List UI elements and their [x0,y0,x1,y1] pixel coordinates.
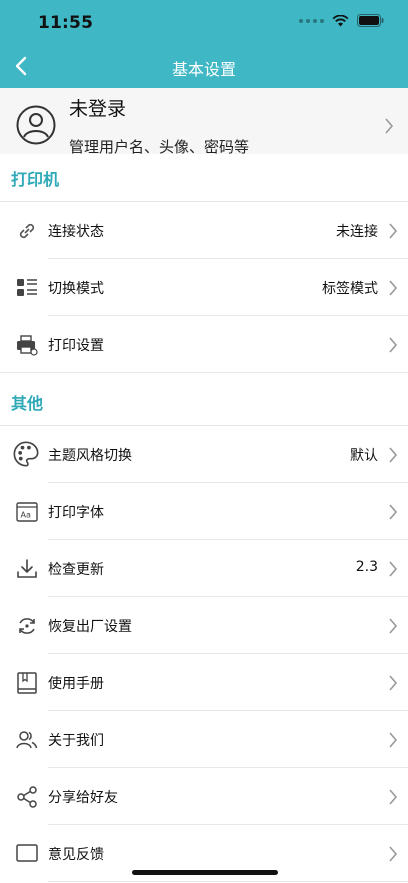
row-value: 标签模式 [322,281,378,297]
row-about-us[interactable]: 关于我们 [0,711,408,768]
status-icons [299,14,384,27]
row-connection-status[interactable]: 连接状态 未连接 [0,202,408,259]
row-switch-mode[interactable]: 切换模式 标签模式 [0,259,408,316]
svg-text:Aa: Aa [21,511,31,520]
row-value: 未连接 [336,224,378,240]
printer-icon [17,335,38,356]
profile-row[interactable]: 未登录 管理用户名、头像、密码等 [0,88,408,156]
status-time: 11:55 [38,13,94,33]
home-indicator [132,870,278,875]
share-icon [17,786,37,808]
avatar-icon [16,105,56,145]
chevron-right-icon [389,447,398,463]
row-label: 关于我们 [48,733,104,749]
profile-desc: 管理用户名、头像、密码等 [69,138,250,156]
row-theme[interactable]: 主题风格切换 默认 [0,426,408,483]
chevron-right-icon [389,223,398,239]
row-label: 打印设置 [48,338,104,354]
row-label: 打印字体 [48,505,104,521]
chevron-right-icon [385,118,394,134]
row-check-update[interactable]: 检查更新 2.3 [0,540,408,597]
chevron-right-icon [389,618,398,634]
reset-icon [19,618,35,634]
chevron-right-icon [389,789,398,805]
row-print-font[interactable]: Aa 打印字体 [0,483,408,540]
nav-bar: 基本设置 [0,44,408,88]
header: 11:55 基本设置 [0,0,408,88]
row-share[interactable]: 分享给好友 [0,768,408,825]
section-title-other: 其他 [0,378,408,426]
wifi-icon [332,14,349,26]
row-factory-reset[interactable]: 恢复出厂设置 [0,597,408,654]
link-icon [19,223,35,239]
users-icon [16,731,38,749]
row-user-manual[interactable]: 使用手册 [0,654,408,711]
battery-icon [357,14,384,27]
status-bar: 11:55 [0,0,408,44]
row-label: 连接状态 [48,224,104,240]
row-label: 使用手册 [48,676,104,692]
page-title: 基本设置 [171,60,236,79]
chevron-right-icon [389,675,398,691]
row-value: 2.3 [355,559,378,575]
row-value: 默认 [350,448,378,464]
feedback-icon [16,844,38,862]
row-label: 主题风格切换 [48,448,132,464]
row-label: 检查更新 [48,562,104,578]
profile-name: 未登录 [69,98,127,120]
row-label: 分享给好友 [48,790,118,806]
chevron-right-icon [389,280,398,296]
list-grid-icon [17,279,37,296]
signal-icon [299,18,324,23]
palette-icon [13,441,39,467]
download-icon [17,559,37,578]
row-label: 切换模式 [48,281,104,297]
book-icon [17,672,37,694]
font-icon: Aa [16,502,38,522]
row-print-settings[interactable]: 打印设置 [0,316,408,373]
row-label: 恢复出厂设置 [48,619,132,635]
chevron-right-icon [389,846,398,862]
chevron-right-icon [389,337,398,353]
chevron-right-icon [389,732,398,748]
chevron-right-icon [389,504,398,520]
row-label: 意见反馈 [48,847,104,863]
section-title-printer: 打印机 [0,154,408,202]
chevron-right-icon [389,561,398,577]
